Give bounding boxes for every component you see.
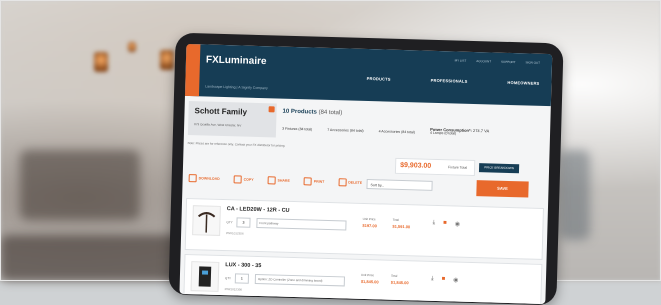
- item-sku[interactable]: CA - LED20W - 12R - CU: [227, 206, 290, 214]
- qty-label: QTY: [224, 276, 232, 281]
- copy-button[interactable]: COPY: [233, 175, 254, 184]
- total-label: Total: [392, 217, 399, 222]
- print-icon: [303, 177, 312, 186]
- category-counts: 3 Fixtures (84 total) 7 Accessories (84 …: [282, 127, 544, 138]
- copy-icon: [233, 175, 242, 184]
- count-accessories-2[interactable]: 4 Accessories (84 total): [379, 129, 415, 134]
- path-light-icon: [197, 212, 216, 233]
- site-logo[interactable]: FXLuminaire: [206, 54, 267, 67]
- controller-icon: [198, 266, 212, 287]
- count-accessories[interactable]: 7 Accessories (84 total): [327, 128, 363, 133]
- price-breakdown-button[interactable]: PRICE BREAKDOWN: [478, 163, 520, 174]
- trash-icon[interactable]: ■: [443, 220, 447, 227]
- price-total-box: $9,903.00 Fixture Total: [394, 157, 476, 177]
- eye-icon[interactable]: ◉: [455, 221, 460, 228]
- item-note-field[interactable]: Option: ZD Controller (Zone and dimming …: [254, 273, 345, 287]
- products-total: (84 total): [318, 109, 343, 117]
- part-number: PN#1012356: [226, 231, 244, 236]
- qty-input[interactable]: 3: [236, 217, 251, 228]
- download-icon[interactable]: ⤓: [431, 276, 434, 283]
- share-button[interactable]: SHARE: [267, 176, 290, 185]
- tablet-device: FXLuminaire Landscape Lighting | A Signi…: [168, 32, 564, 305]
- price-label: Fixture Total: [448, 165, 468, 170]
- download-icon: [188, 174, 197, 183]
- trash-icon[interactable]: ■: [441, 276, 446, 283]
- price-total: $9,903.00: [400, 161, 432, 170]
- download-button[interactable]: DOWNLOAD: [188, 174, 220, 183]
- save-button[interactable]: SAVE: [476, 180, 529, 198]
- item-sku[interactable]: LUX - 300 - 35: [225, 262, 261, 269]
- trash-icon: [338, 178, 347, 187]
- total-label: Total: [390, 273, 398, 278]
- site-subtitle: Landscape Lighting | A Signify Company: [205, 84, 268, 91]
- eye-icon[interactable]: ◉: [453, 276, 458, 283]
- part-number: PN#1012356: [224, 287, 243, 292]
- item-total: $1,591.00: [392, 223, 411, 230]
- qty-label: QTY: [226, 220, 233, 225]
- item-actions: ⤓ ■ ◉: [431, 276, 459, 284]
- print-button[interactable]: PRINT: [303, 177, 325, 186]
- unit-price-label: Unit Price: [362, 216, 376, 222]
- unit-price-label: Unit Price: [360, 272, 375, 278]
- project-title: Schott Family: [194, 106, 248, 117]
- nav-products[interactable]: PRODUCTS: [367, 76, 391, 82]
- count-fixtures[interactable]: 3 Fixtures (84 total): [282, 127, 312, 132]
- download-icon[interactable]: ⤓: [432, 220, 435, 227]
- product-thumbnail[interactable]: [190, 261, 220, 292]
- count-lamps[interactable]: 4 Lamps (0 total): [430, 131, 456, 136]
- delete-button[interactable]: DELETE: [338, 178, 362, 187]
- product-thumbnail[interactable]: [192, 205, 221, 236]
- print-label: PRINT: [313, 179, 325, 184]
- list-toolbar: DOWNLOAD COPY SHARE PRINT DELETE: [188, 174, 363, 187]
- util-link-sign-out[interactable]: SIGN OUT: [525, 60, 540, 64]
- unit-price: $197.00: [362, 222, 377, 229]
- products-count: 10 Products: [282, 108, 317, 116]
- util-link-support[interactable]: SUPPORT: [501, 60, 516, 64]
- copy-label: COPY: [243, 177, 254, 182]
- item-actions: ⤓ ■ ◉: [432, 220, 460, 228]
- list-item: CA - LED20W - 12R - CU QTY 3 Front pathw…: [184, 197, 544, 260]
- share-icon: [267, 176, 276, 185]
- brand-accent-block: [184, 43, 201, 97]
- site-header: FXLuminaire Landscape Lighting | A Signi…: [184, 43, 553, 107]
- pricing-note: Note: Prices are for reference only. Con…: [187, 141, 286, 148]
- download-label: DOWNLOAD: [198, 176, 220, 181]
- tablet-screen: FXLuminaire Landscape Lighting | A Signi…: [179, 43, 553, 305]
- list-item: LUX - 300 - 35 QTY 1 Option: ZD Controll…: [183, 253, 543, 305]
- nav-homeowners[interactable]: HOMEOWNERS: [507, 80, 539, 86]
- share-label: SHARE: [277, 178, 290, 183]
- sort-select[interactable]: Sort by...: [366, 179, 433, 191]
- util-link-my-list[interactable]: MY LIST: [455, 58, 467, 62]
- products-summary: 10 Products (84 total): [282, 109, 342, 117]
- edit-icon[interactable]: [268, 106, 275, 113]
- nav-professionals[interactable]: PROFESSIONALS: [431, 78, 468, 84]
- delete-label: DELETE: [348, 180, 363, 185]
- util-link-account[interactable]: ACCOUNT: [476, 59, 491, 63]
- utility-links: MY LIST ACCOUNT SUPPORT SIGN OUT: [455, 58, 541, 64]
- qty-input[interactable]: 1: [234, 273, 250, 284]
- main-nav: PRODUCTS PROFESSIONALS HOMEOWNERS: [367, 76, 540, 86]
- item-note-field[interactable]: Front pathway: [256, 217, 347, 231]
- unit-price: $1,845.00: [360, 278, 379, 285]
